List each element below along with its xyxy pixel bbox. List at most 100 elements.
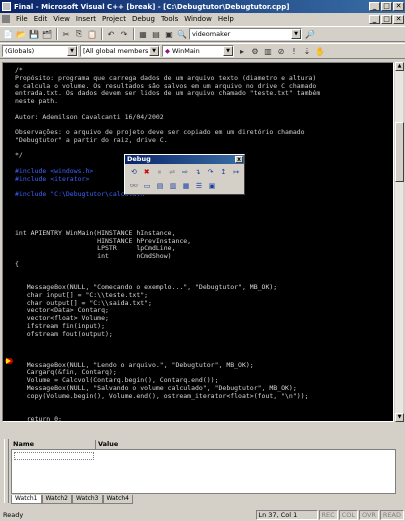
restart-icon[interactable]: ⟲ [128,166,140,178]
registers-window-icon[interactable]: ▥ [167,180,179,192]
redo-icon[interactable]: ↷ [118,28,130,40]
minimize-button[interactable]: _ [369,2,380,11]
compile-icon[interactable]: ▥ [262,45,274,57]
copy-icon[interactable]: ⎘ [73,28,85,40]
code-line[interactable] [15,346,320,354]
code-line[interactable] [15,145,320,153]
output-icon[interactable]: ▤ [150,28,162,40]
quickwatch-icon[interactable]: 👓 [128,180,140,192]
code-line[interactable]: entrada.txt. Os dados devem ser lidos de… [15,89,320,98]
workspace-icon[interactable]: ▦ [137,28,149,40]
scroll-up-icon[interactable]: ▲ [395,62,404,71]
breakpoint-icon[interactable]: ✋ [314,45,326,57]
break-execution-icon[interactable]: ⏸ [154,166,166,178]
execute-icon[interactable]: ! [288,45,300,57]
chevron-down-icon[interactable]: ▼ [291,29,301,39]
maximize-button[interactable]: □ [381,2,392,11]
code-line[interactable]: ofstream fout(output); [15,330,320,339]
scroll-thumb[interactable] [395,122,404,182]
stop-build-icon[interactable]: ⊘ [275,45,287,57]
code-line[interactable]: { [15,260,320,269]
build-icon[interactable]: ⚙ [249,45,261,57]
editor-gutter[interactable] [3,63,13,421]
scroll-down-icon[interactable]: ▼ [395,413,404,422]
code-line[interactable]: neste path. [15,97,320,106]
menu-debug[interactable]: Debug [129,15,158,23]
members-combo[interactable]: [All global members] ▼ [80,45,160,57]
paste-icon[interactable]: 📋 [86,28,98,40]
menu-project[interactable]: Project [99,15,129,23]
close-icon[interactable]: x [235,156,243,163]
chevron-down-icon[interactable]: ▼ [223,46,233,56]
menu-help[interactable]: Help [215,15,237,23]
apply-code-changes-icon[interactable]: ⇌ [166,166,178,178]
run-to-cursor-icon[interactable]: ↦ [230,166,242,178]
debug-toolbar-title[interactable]: Debug x [125,155,244,164]
save-all-icon[interactable]: 🗂 [41,28,53,40]
new-file-icon[interactable]: 📄 [2,28,14,40]
watch-window-icon[interactable]: ▭ [141,180,153,192]
code-line[interactable]: "Debugtutor" a partir do raiz, drive C. [15,136,320,145]
code-editor[interactable]: /* Propósito: programa que carrega dados … [2,62,394,422]
code-line[interactable]: int nCmdShow) [15,252,320,261]
code-line[interactable] [15,207,320,215]
watch-new-entry[interactable] [14,452,94,460]
find-in-files-icon[interactable]: 🔍 [176,28,188,40]
tab-watch4[interactable]: Watch4 [102,495,133,504]
disassembly-icon[interactable]: ▣ [206,180,218,192]
code-line[interactable] [15,199,320,207]
watch-col-name[interactable]: Name [11,440,96,449]
step-out-icon[interactable]: ↥ [217,166,229,178]
windows-icon[interactable]: ▣ [163,28,175,40]
chevron-down-icon[interactable]: ▼ [149,46,159,56]
watch-grid[interactable] [11,449,396,494]
go-icon[interactable]: ⇣ [301,45,313,57]
document-icon[interactable] [2,15,10,23]
app-icon[interactable] [2,2,11,11]
globals-combo[interactable]: (Globals) ▼ [2,45,78,57]
cut-icon[interactable]: ✂ [60,28,72,40]
find-combo[interactable]: videomaker ▼ [189,28,302,40]
step-over-icon[interactable]: ↷ [205,166,217,178]
menu-window[interactable]: Window [181,15,215,23]
doc-close-button[interactable]: ✕ [393,14,404,24]
open-icon[interactable]: 📂 [15,28,27,40]
separator [133,28,135,40]
menu-file[interactable]: File [13,15,31,23]
function-combo[interactable]: ◆ WinMain ▼ [162,45,234,57]
variables-window-icon[interactable]: ▤ [154,180,166,192]
read-indicator: READ [379,509,404,520]
tab-watch2[interactable]: Watch2 [41,495,72,504]
code-line[interactable] [15,214,320,222]
doc-restore-button[interactable]: □ [381,14,392,24]
debug-toolbar[interactable]: Debug x ⟲ ✖ ⏸ ⇌ ⇨ ↴ ↷ ↥ ↦ 👓 ▭ ▤ ▥ ▦ ☰ ▣ [124,154,245,195]
source-code[interactable]: /* Propósito: programa que carrega dados … [15,66,320,421]
stop-debugging-icon[interactable]: ✖ [141,166,153,178]
tab-watch3[interactable]: Watch3 [72,495,103,504]
code-line[interactable] [15,338,320,346]
menu-edit[interactable]: Edit [31,15,51,23]
memory-window-icon[interactable]: ▦ [180,180,192,192]
menu-tools[interactable]: Tools [158,15,181,23]
find-icon[interactable]: 🔎 [304,28,316,40]
code-line[interactable] [15,269,320,277]
menu-view[interactable]: View [50,15,73,23]
menu-insert[interactable]: Insert [73,15,99,23]
tab-watch1[interactable]: Watch1 [11,495,42,504]
code-line[interactable]: Autor: Ademilson Cavalcanti 16/04/2002 [15,113,320,122]
editor-vertical-scrollbar[interactable]: ▲ ▼ [394,62,404,422]
show-next-statement-icon[interactable]: ⇨ [179,166,191,178]
code-line[interactable]: return 0; [15,415,320,421]
doc-minimize-button[interactable]: _ [369,14,380,24]
call-stack-icon[interactable]: ☰ [193,180,205,192]
code-line[interactable]: copy(Volume.begin(), Volume.end(), ostre… [15,392,320,401]
close-button[interactable]: ✕ [393,2,404,11]
watch-col-value[interactable]: Value [96,440,396,449]
wizard-action-icon[interactable]: ▸ [236,45,248,57]
step-into-icon[interactable]: ↴ [192,166,204,178]
chevron-down-icon[interactable]: ▼ [67,46,77,56]
code-line[interactable] [15,400,320,408]
docking-grip[interactable] [4,439,9,503]
undo-icon[interactable]: ↶ [105,28,117,40]
save-icon[interactable]: 💾 [28,28,40,40]
